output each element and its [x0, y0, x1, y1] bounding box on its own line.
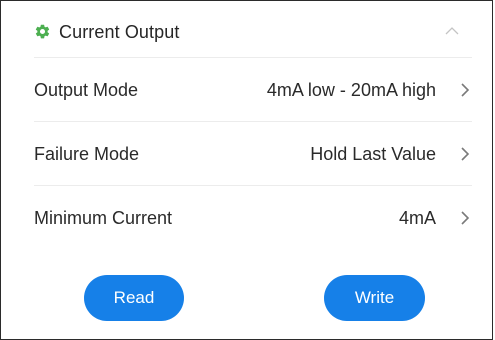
row-minimum-current[interactable]: Minimum Current 4mA: [34, 185, 472, 250]
row-failure-mode[interactable]: Failure Mode Hold Last Value: [34, 121, 472, 186]
read-button[interactable]: Read: [84, 275, 184, 321]
section-header[interactable]: Current Output: [16, 15, 472, 49]
chevron-right-icon: [461, 147, 470, 161]
row-label: Minimum Current: [34, 207, 173, 228]
row-value: 4mA: [398, 207, 436, 228]
chevron-right-icon: [461, 211, 470, 225]
section-title: Current Output: [59, 21, 180, 42]
row-output-mode[interactable]: Output Mode 4mA low - 20mA high: [34, 57, 472, 122]
chevron-up-icon[interactable]: [444, 23, 460, 39]
row-value: 4mA low - 20mA high: [266, 79, 436, 100]
row-label: Output Mode: [34, 79, 139, 100]
current-output-panel: Current Output Output Mode 4mA low - 20m…: [0, 0, 493, 340]
row-label: Failure Mode: [34, 143, 140, 164]
write-button[interactable]: Write: [324, 275, 425, 321]
chevron-right-icon: [461, 83, 470, 97]
gear-icon: [35, 24, 50, 38]
row-value: Hold Last Value: [310, 143, 436, 164]
